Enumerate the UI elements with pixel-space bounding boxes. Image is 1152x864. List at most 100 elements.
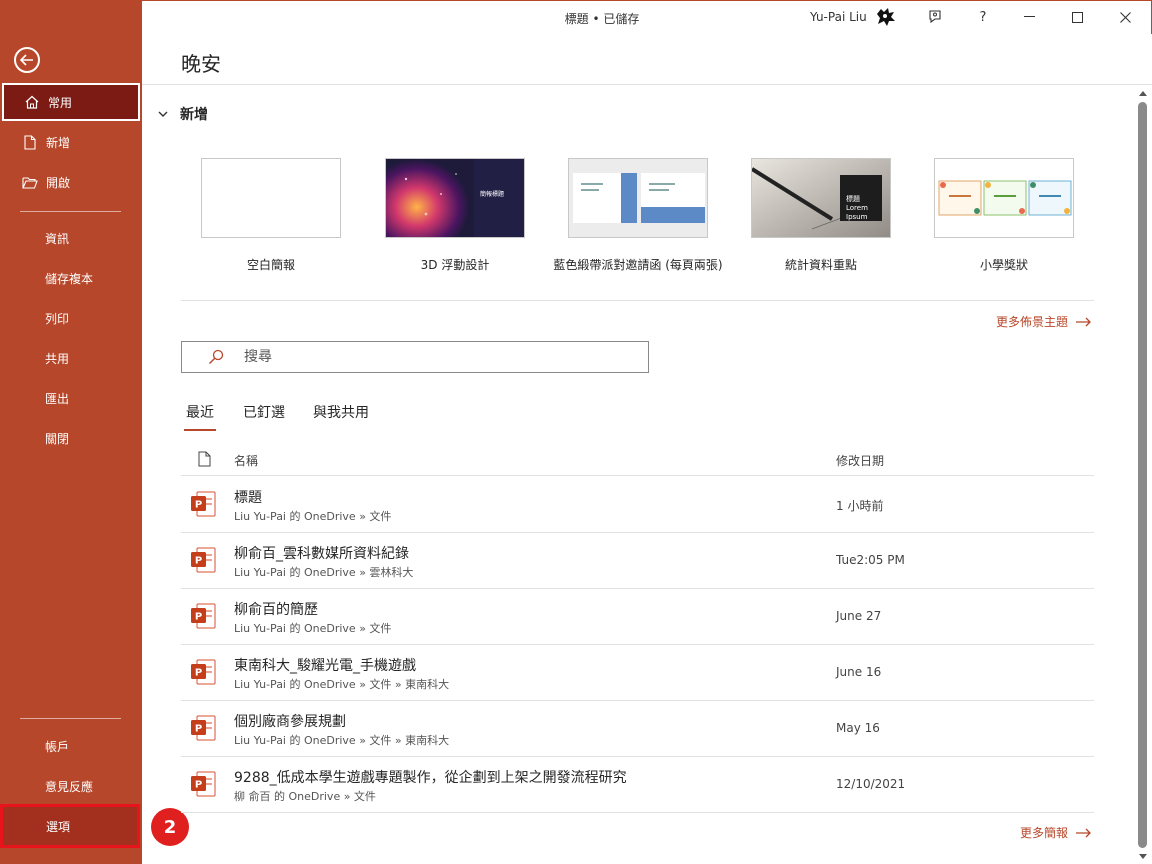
- template-blank[interactable]: 空白簡報: [201, 158, 343, 272]
- powerpoint-file-icon: P: [189, 601, 217, 631]
- sidebar-item-new[interactable]: 新增: [2, 123, 140, 161]
- sidebar-item-label: 匯出: [45, 391, 70, 406]
- title-bar: 標題 • 已儲存 Yu-Pai Liu ?: [142, 0, 1152, 34]
- sidebar-item-open[interactable]: 開啟: [2, 163, 140, 201]
- table-row[interactable]: P 9288_低成本學生遊戲專題製作，從企劃到上架之開發流程研究 柳 俞百 的 …: [181, 757, 1094, 813]
- file-modified-date: May 16: [836, 721, 880, 735]
- sidebar-item-info[interactable]: 資訊: [2, 219, 140, 257]
- file-path: 柳 俞百 的 OneDrive » 文件: [234, 790, 376, 803]
- table-row[interactable]: P 個別廠商參展規劃 Liu Yu-Pai 的 OneDrive » 文件 » …: [181, 701, 1094, 757]
- column-header-date[interactable]: 修改日期: [836, 452, 884, 469]
- search-icon: [208, 349, 224, 365]
- sidebar-item-label: 新增: [46, 135, 71, 150]
- powerpoint-file-icon: P: [189, 713, 217, 743]
- search-input[interactable]: [244, 349, 624, 365]
- tab-recent[interactable]: 最近: [184, 402, 216, 431]
- sidebar-item-print[interactable]: 列印: [2, 299, 140, 337]
- template-thumbnail[interactable]: [568, 158, 708, 238]
- sidebar-item-feedback[interactable]: 意見反應: [2, 767, 140, 805]
- file-name: 標題: [234, 490, 262, 506]
- sidebar-item-close[interactable]: 關閉: [2, 419, 140, 457]
- file-type-icon: [198, 451, 211, 470]
- column-header-name[interactable]: 名稱: [234, 452, 258, 469]
- sidebar-item-label: 共用: [45, 351, 70, 366]
- sidebar-item-save-copy[interactable]: 儲存複本: [2, 259, 140, 297]
- tab-shared-with-me[interactable]: 與我共用: [313, 402, 369, 422]
- more-presentations-label: 更多簡報: [1020, 826, 1069, 840]
- user-name[interactable]: Yu-Pai Liu: [810, 10, 867, 24]
- sidebar-item-label: 開啟: [46, 175, 71, 190]
- close-icon[interactable]: [1110, 4, 1140, 30]
- file-modified-date: June 16: [836, 665, 882, 679]
- sidebar-item-label: 儲存複本: [45, 271, 94, 286]
- page-title: 晚安: [181, 52, 221, 76]
- file-path: Liu Yu-Pai 的 OneDrive » 雲林科大: [234, 566, 414, 579]
- template-thumbnail[interactable]: 簡報標題: [385, 158, 525, 238]
- powerpoint-file-icon: P: [189, 657, 217, 687]
- template-thumbnail[interactable]: 標題 Lorem Ipsum: [751, 158, 891, 238]
- powerpoint-file-icon: P: [189, 489, 217, 519]
- file-path: Liu Yu-Pai 的 OneDrive » 文件: [234, 510, 392, 523]
- svg-text:P: P: [195, 612, 202, 623]
- sidebar-item-label: 關閉: [45, 431, 70, 446]
- minimize-icon[interactable]: [1014, 4, 1044, 30]
- svg-text:P: P: [195, 556, 202, 567]
- template-statistics[interactable]: 標題 Lorem Ipsum 統計資料重點: [751, 158, 893, 272]
- back-arrow-icon[interactable]: [14, 47, 40, 73]
- template-3d-floating[interactable]: 簡報標題 3D 浮動設計: [385, 158, 527, 272]
- table-row[interactable]: P 標題 Liu Yu-Pai 的 OneDrive » 文件 1 小時前: [181, 477, 1094, 533]
- file-list-header: 名稱 修改日期: [181, 448, 1094, 476]
- new-document-icon: [22, 134, 38, 150]
- template-school-certificate[interactable]: 小學獎狀: [934, 158, 1076, 272]
- table-row[interactable]: P 柳俞百的簡歷 Liu Yu-Pai 的 OneDrive » 文件 June…: [181, 589, 1094, 645]
- template-thumbnail[interactable]: [201, 158, 341, 238]
- step-number-badge: 2: [151, 808, 189, 846]
- scroll-down-icon[interactable]: [1137, 850, 1149, 862]
- scroll-up-icon[interactable]: [1137, 87, 1149, 99]
- sidebar-item-options[interactable]: 選項: [0, 804, 140, 848]
- template-thumb-text: 標題 Lorem Ipsum: [846, 195, 868, 221]
- more-themes-label: 更多佈景主題: [996, 315, 1069, 329]
- sidebar-item-label: 資訊: [45, 231, 70, 246]
- file-modified-date: 12/10/2021: [836, 777, 906, 791]
- arrow-right-icon: [1076, 317, 1092, 327]
- more-presentations-link[interactable]: 更多簡報: [1020, 824, 1092, 841]
- sidebar-item-account[interactable]: 帳戶: [2, 727, 140, 765]
- sidebar-item-label: 選項: [46, 819, 71, 834]
- sidebar-divider: [20, 211, 121, 212]
- file-path: Liu Yu-Pai 的 OneDrive » 文件 » 東南科大: [234, 678, 450, 691]
- section-divider: [181, 300, 1094, 301]
- coauthoring-icon[interactable]: [920, 4, 950, 30]
- template-thumbnail[interactable]: [934, 158, 1074, 238]
- new-section-toggle[interactable]: 新增: [158, 104, 208, 124]
- template-label: 3D 浮動設計: [420, 258, 490, 272]
- scrollbar-thumb[interactable]: [1138, 102, 1147, 848]
- file-name: 柳俞百_雲科數媒所資料紀錄: [234, 546, 409, 562]
- avatar[interactable]: [874, 6, 896, 28]
- file-modified-date: Tue2:05 PM: [836, 553, 905, 567]
- sidebar-item-label: 常用: [48, 95, 73, 110]
- svg-text:P: P: [195, 780, 202, 791]
- sidebar-item-share[interactable]: 共用: [2, 339, 140, 377]
- table-row[interactable]: P 東南科大_駿耀光電_手機遊戲 Liu Yu-Pai 的 OneDrive »…: [181, 645, 1094, 701]
- help-icon[interactable]: ?: [968, 4, 998, 30]
- more-themes-link[interactable]: 更多佈景主題: [996, 313, 1092, 330]
- sidebar-item-label: 列印: [45, 311, 70, 326]
- document-title: 標題 • 已儲存: [564, 12, 640, 26]
- maximize-icon[interactable]: [1062, 4, 1092, 30]
- template-blue-ribbon-invitation[interactable]: 藍色緞帶派對邀請函 (每頁兩張): [553, 158, 723, 272]
- sidebar-item-export[interactable]: 匯出: [2, 379, 140, 417]
- table-row[interactable]: P 柳俞百_雲科數媒所資料紀錄 Liu Yu-Pai 的 OneDrive » …: [181, 533, 1094, 589]
- sidebar-divider: [20, 718, 121, 719]
- svg-text:P: P: [195, 724, 202, 735]
- tab-pinned[interactable]: 已釘選: [243, 402, 285, 422]
- template-label: 統計資料重點: [784, 258, 857, 272]
- sidebar-item-label: 意見反應: [45, 779, 94, 794]
- search-box[interactable]: [181, 341, 649, 373]
- sidebar-item-home[interactable]: 常用: [2, 83, 140, 121]
- svg-text:P: P: [195, 668, 202, 679]
- folder-open-icon: [22, 174, 38, 190]
- file-modified-date: June 27: [836, 609, 882, 623]
- file-name: 個別廠商參展規劃: [234, 714, 346, 730]
- backstage-sidebar: 常用 新增 開啟 資訊 儲存複本 列印 共用 匯出 關閉 帳戶 意見反應 選項: [0, 0, 142, 864]
